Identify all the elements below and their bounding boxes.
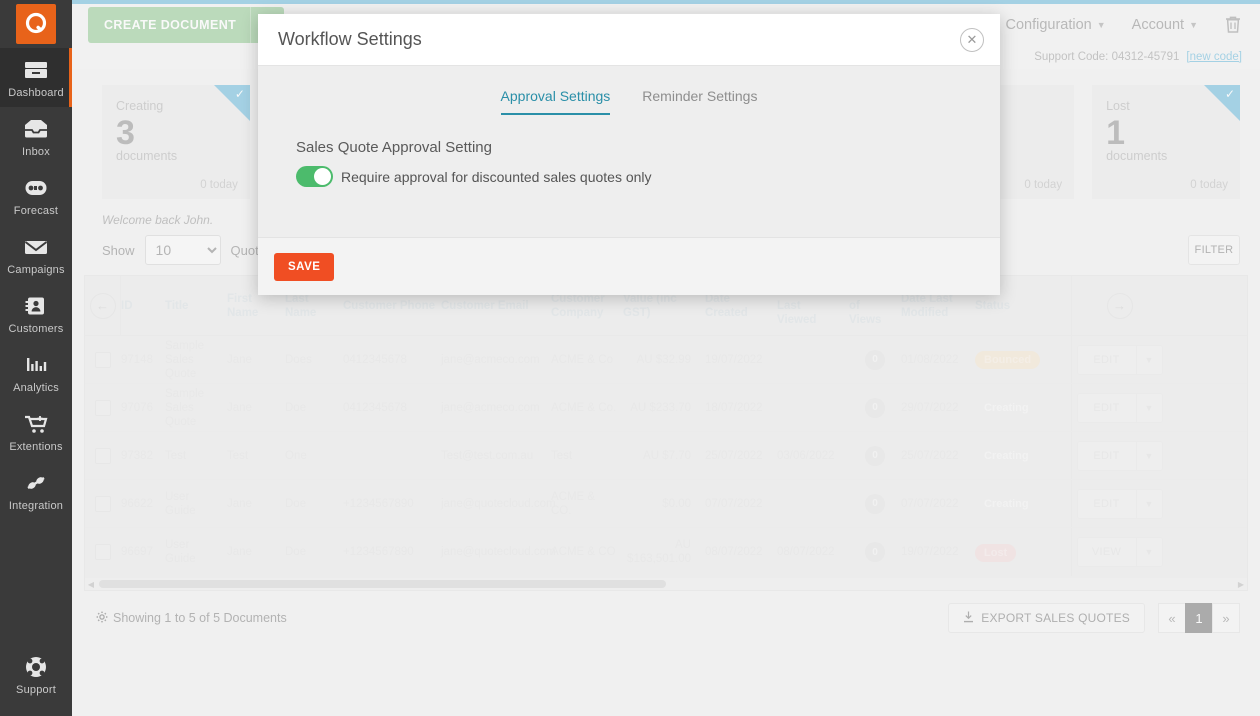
sidebar-item-campaigns[interactable]: Campaigns (0, 225, 72, 284)
sidebar-item-dashboard[interactable]: Dashboard (0, 48, 72, 107)
modal-body: Approval Settings Reminder Settings Sale… (258, 66, 1000, 237)
analytics-icon (23, 352, 49, 378)
modal-tabs: Approval Settings Reminder Settings (258, 66, 1000, 115)
toggle-knob (314, 168, 331, 185)
quotecloud-logo-icon (16, 4, 56, 44)
sidebar-item-label: Integration (9, 500, 63, 512)
sidebar-item-support[interactable]: Support (0, 645, 72, 704)
lifebuoy-icon (23, 654, 49, 680)
approval-toggle-row: Require approval for discounted sales qu… (296, 166, 1000, 187)
integration-icon (23, 470, 49, 496)
sidebar-item-customers[interactable]: Customers (0, 284, 72, 343)
inbox-icon (23, 116, 49, 142)
workflow-settings-modal: Workflow Settings ✕ Approval Settings Re… (258, 14, 1000, 295)
sidebar-item-label: Support (16, 684, 56, 696)
sidebar-item-label: Forecast (14, 205, 58, 217)
section-title: Sales Quote Approval Setting (296, 139, 1000, 156)
sidebar-item-extentions[interactable]: Extentions (0, 402, 72, 461)
extensions-icon (23, 411, 49, 437)
sidebar-item-label: Extentions (9, 441, 62, 453)
sidebar-item-inbox[interactable]: Inbox (0, 107, 72, 166)
sidebar-item-analytics[interactable]: Analytics (0, 343, 72, 402)
close-icon[interactable]: ✕ (960, 28, 984, 52)
tab-approval-settings[interactable]: Approval Settings (501, 88, 611, 115)
tab-label: Approval Settings (501, 88, 611, 104)
require-approval-toggle[interactable] (296, 166, 333, 187)
modal-title: Workflow Settings (278, 29, 422, 50)
tab-label: Reminder Settings (642, 88, 757, 104)
sidebar-item-label: Inbox (22, 146, 50, 158)
sidebar-item-label: Analytics (13, 382, 59, 394)
approval-settings-section: Sales Quote Approval Setting Require app… (258, 115, 1000, 187)
forecast-icon (23, 175, 49, 201)
app-root: Dashboard Inbox Forecast Campaigns Custo (0, 0, 1260, 716)
app-logo[interactable] (0, 0, 72, 48)
campaigns-icon (23, 234, 49, 260)
dashboard-icon (23, 57, 49, 83)
require-approval-label: Require approval for discounted sales qu… (341, 169, 652, 185)
sidebar-item-label: Campaigns (7, 264, 64, 276)
sidebar-item-forecast[interactable]: Forecast (0, 166, 72, 225)
save-button[interactable]: SAVE (274, 253, 334, 281)
modal-footer: SAVE (258, 237, 1000, 295)
sidebar: Dashboard Inbox Forecast Campaigns Custo (0, 0, 72, 716)
modal-header: Workflow Settings ✕ (258, 14, 1000, 66)
customers-icon (23, 293, 49, 319)
sidebar-item-integration[interactable]: Integration (0, 461, 72, 520)
sidebar-item-label: Dashboard (8, 87, 64, 99)
tab-reminder-settings[interactable]: Reminder Settings (642, 88, 757, 115)
sidebar-item-label: Customers (9, 323, 64, 335)
